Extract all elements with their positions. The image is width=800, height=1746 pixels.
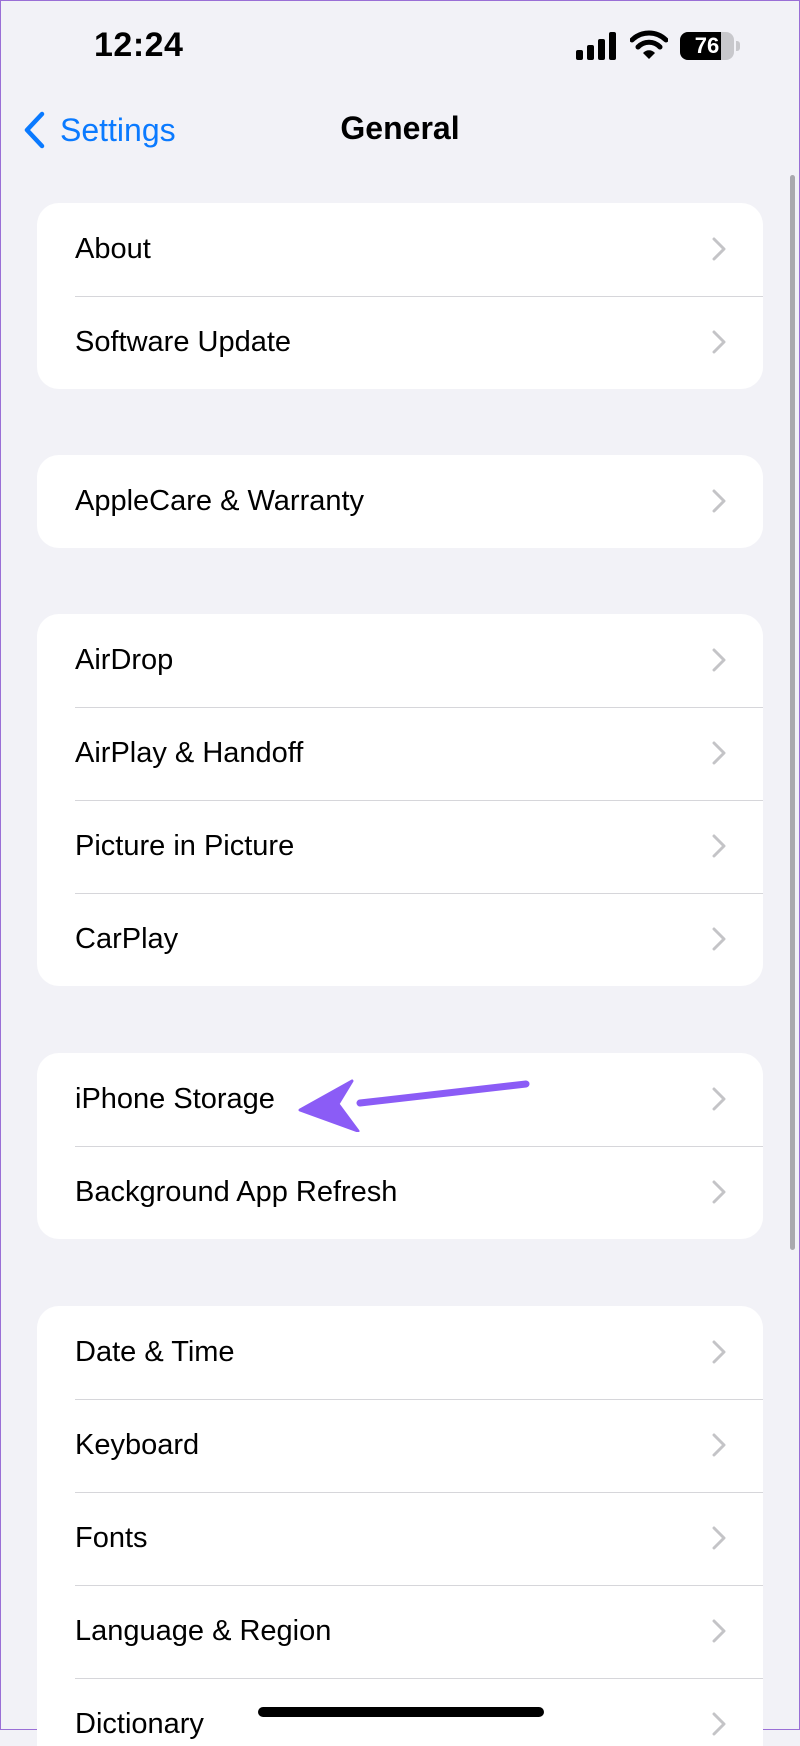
list-item-software-update[interactable]: Software Update (37, 296, 763, 389)
chevron-right-icon (712, 1526, 726, 1550)
list-item-fonts[interactable]: Fonts (37, 1492, 763, 1585)
chevron-right-icon (712, 834, 726, 858)
chevron-right-icon (712, 1619, 726, 1643)
chevron-right-icon (712, 1087, 726, 1111)
list-item-label: AirPlay & Handoff (75, 737, 304, 769)
list-item-label: Dictionary (75, 1708, 204, 1740)
list-item-airdrop[interactable]: AirDrop (37, 614, 763, 707)
cellular-signal-icon (576, 32, 616, 60)
chevron-right-icon (712, 330, 726, 354)
list-item-date-time[interactable]: Date & Time (37, 1306, 763, 1399)
list-item-label: Keyboard (75, 1429, 200, 1461)
list-item-label: About (75, 233, 151, 265)
status-time: 12:24 (94, 26, 184, 64)
list-item-carplay[interactable]: CarPlay (37, 893, 763, 986)
chevron-right-icon (712, 648, 726, 672)
list-item-label: Background App Refresh (75, 1176, 398, 1208)
page-title: General (340, 110, 460, 146)
settings-group-regional: Date & Time Keyboard Fonts Language & Re… (37, 1306, 763, 1746)
list-item-label: Language & Region (75, 1615, 332, 1647)
battery-level: 76 (694, 33, 720, 58)
list-item-label: AirDrop (75, 644, 174, 676)
chevron-right-icon (712, 1180, 726, 1204)
list-item-label: CarPlay (75, 923, 179, 955)
chevron-right-icon (712, 741, 726, 765)
chevron-right-icon (712, 489, 726, 513)
home-indicator[interactable] (258, 1707, 544, 1717)
chevron-right-icon (712, 1712, 726, 1736)
settings-group-applecare: AppleCare & Warranty (37, 455, 763, 548)
list-item-background-app-refresh[interactable]: Background App Refresh (37, 1146, 763, 1239)
list-item-picture-in-picture[interactable]: Picture in Picture (37, 800, 763, 893)
list-item-label: Software Update (75, 326, 292, 358)
settings-group-connectivity: AirDrop AirPlay & Handoff Picture in Pic… (37, 614, 763, 986)
list-item-about[interactable]: About (37, 203, 763, 296)
list-item-airplay-handoff[interactable]: AirPlay & Handoff (37, 707, 763, 800)
list-item-applecare-warranty[interactable]: AppleCare & Warranty (37, 455, 763, 548)
wifi-icon (630, 30, 668, 59)
battery-body: 76 (680, 32, 734, 60)
battery-cap (736, 41, 740, 51)
list-item-label: Picture in Picture (75, 830, 295, 862)
list-item-label: Date & Time (75, 1336, 235, 1368)
list-item-iphone-storage[interactable]: iPhone Storage (37, 1053, 763, 1146)
chevron-right-icon (712, 237, 726, 261)
list-item-keyboard[interactable]: Keyboard (37, 1399, 763, 1492)
settings-group-storage: iPhone Storage Background App Refresh (37, 1053, 763, 1239)
list-item-label: Fonts (75, 1522, 148, 1554)
chevron-right-icon (712, 1340, 726, 1364)
list-item-language-region[interactable]: Language & Region (37, 1585, 763, 1678)
list-item-label: iPhone Storage (75, 1083, 275, 1115)
list-item-label: AppleCare & Warranty (75, 485, 365, 517)
battery-icon: 76 (680, 32, 740, 60)
chevron-right-icon (712, 927, 726, 951)
chevron-right-icon (712, 1433, 726, 1457)
scroll-indicator[interactable] (790, 175, 795, 1250)
settings-group-about: About Software Update (37, 203, 763, 389)
